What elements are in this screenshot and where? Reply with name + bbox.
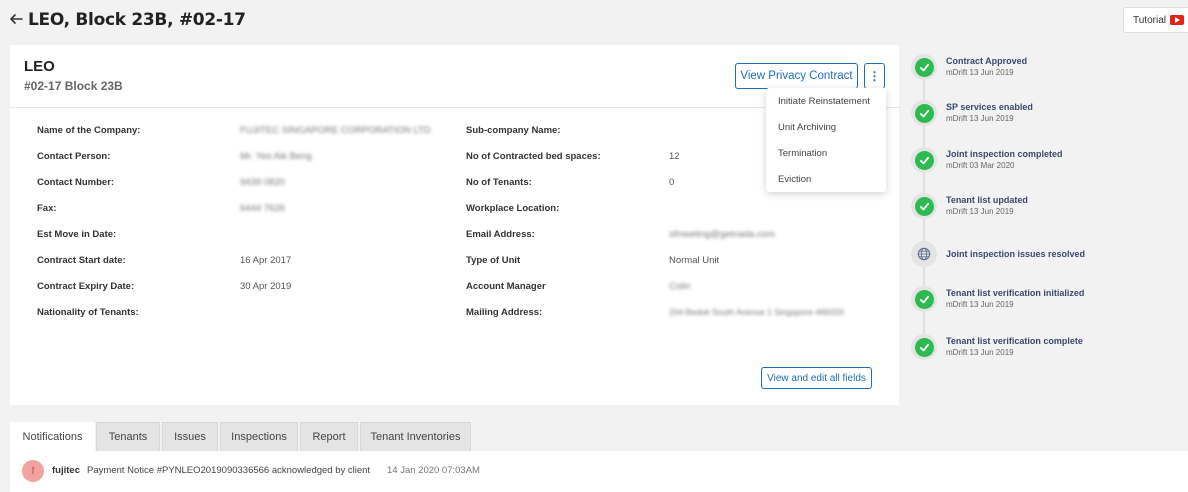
timeline-title: Joint inspection completed (946, 149, 1063, 159)
bed-spaces-label: No of Contracted bed spaces: (466, 151, 601, 162)
timeline-marker (911, 54, 937, 80)
tab-report[interactable]: Report (300, 422, 358, 451)
timeline-meta: mDrift 13 Jun 2019 (946, 207, 1014, 216)
timeline-marker (911, 147, 937, 173)
account-manager-label: Account Manager (466, 281, 546, 292)
timeline-item: SP services enabled mDrift 13 Jun 2019 (911, 100, 1181, 132)
menu-item-initiate-reinstatement[interactable]: Initiate Reinstatement (778, 96, 870, 107)
nationality-label: Nationality of Tenants: (37, 307, 139, 318)
unit-address: #02-17 Block 23B (24, 79, 123, 93)
menu-item-eviction[interactable]: Eviction (778, 174, 811, 185)
tutorial-label: Tutorial (1133, 14, 1166, 26)
mailing-address-label: Mailing Address: (466, 307, 543, 318)
notification-message: Payment Notice #PYNLEO2019090336566 ackn… (87, 465, 371, 476)
contract-start-value: 16 Apr 2017 (240, 255, 292, 266)
company-name-value: FUJITEC SINGAPORE CORPORATION LTD (240, 125, 431, 136)
tab-issues[interactable]: Issues (162, 422, 218, 451)
timeline-item: Tenant list verification complete mDrift… (911, 334, 1181, 366)
unit-name: LEO (24, 58, 55, 75)
tenants-count-label: No of Tenants: (466, 177, 532, 188)
check-icon (914, 337, 934, 357)
contact-number-value: 9439 0820 (240, 177, 285, 188)
timeline-marker (911, 241, 937, 267)
sub-company-label: Sub-company Name: (466, 125, 561, 136)
tutorial-button[interactable]: Tutorial (1123, 7, 1188, 33)
timeline-title: Contract Approved (946, 56, 1028, 66)
timeline-title: Tenant list updated (946, 195, 1028, 205)
contact-person-value: Mr. Yeo Aik Beng (240, 151, 312, 162)
menu-item-unit-archiving[interactable]: Unit Archiving (778, 122, 836, 133)
back-arrow-icon[interactable] (8, 11, 24, 27)
timeline-title: Tenant list verification initialized (946, 288, 1085, 298)
timeline-item: Tenant list verification initialized mDr… (911, 286, 1181, 318)
contact-person-label: Contact Person: (37, 151, 111, 162)
avatar: f (22, 460, 44, 482)
timeline-title: Tenant list verification complete (946, 336, 1083, 346)
view-privacy-contract-button[interactable]: View Privacy Contract (735, 63, 858, 89)
unit-type-value: Normal Unit (669, 255, 720, 266)
timeline-item: Joint inspection completed mDrift 03 Mar… (911, 147, 1181, 179)
contract-start-label: Contract Start date: (37, 255, 126, 266)
check-icon (914, 289, 934, 309)
more-options-button[interactable]: ⋮ (864, 63, 885, 89)
tenants-count-value: 0 (669, 177, 675, 188)
est-move-in-label: Est Move in Date: (37, 229, 117, 240)
check-icon (914, 57, 934, 77)
timeline-title: SP services enabled (946, 102, 1033, 112)
timeline-marker (911, 334, 937, 360)
timeline-item: Contract Approved mDrift 13 Jun 2019 (911, 54, 1181, 86)
email-label: Email Address: (466, 229, 535, 240)
check-icon (914, 103, 934, 123)
account-manager-value: Colin (669, 281, 691, 292)
menu-item-termination[interactable]: Termination (778, 148, 827, 159)
email-value: sfmeeting@getnada.com (669, 229, 775, 240)
timeline-meta: mDrift 13 Jun 2019 (946, 300, 1014, 309)
check-icon (914, 150, 934, 170)
view-edit-all-fields-button[interactable]: View and edit all fields (761, 367, 872, 389)
timeline-item: Tenant list updated mDrift 13 Jun 2019 (911, 193, 1181, 225)
contract-expiry-label: Contract Expiry Date: (37, 281, 135, 292)
timeline-meta: mDrift 13 Jun 2019 (946, 68, 1014, 77)
actions-dropdown-menu: Initiate Reinstatement Unit Archiving Te… (766, 88, 886, 192)
mailing-address-value: 204 Bedok South Avenue 1 Singapore 46933… (669, 307, 844, 317)
timeline-meta: mDrift 13 Jun 2019 (946, 114, 1014, 123)
contract-expiry-value: 30 Apr 2019 (240, 281, 292, 292)
tab-tenant-inventories[interactable]: Tenant Inventories (360, 422, 471, 451)
check-icon (914, 196, 934, 216)
timeline-meta: mDrift 13 Jun 2019 (946, 348, 1014, 357)
tab-inspections[interactable]: Inspections (220, 422, 298, 451)
timeline-marker (911, 100, 937, 126)
unit-details-card: LEO #02-17 Block 23B View Privacy Contra… (10, 45, 899, 405)
globe-icon (917, 247, 931, 261)
contact-number-label: Contact Number: (37, 177, 115, 188)
notification-user: fujitec (52, 465, 80, 476)
fax-label: Fax: (37, 203, 57, 214)
workplace-location-label: Workplace Location: (466, 203, 560, 214)
bed-spaces-value: 12 (669, 151, 680, 162)
timeline-meta: mDrift 03 Mar 2020 (946, 161, 1015, 170)
notification-timestamp: 14 Jan 2020 07:03AM (387, 465, 480, 476)
tab-tenants[interactable]: Tenants (96, 422, 160, 451)
company-name-label: Name of the Company: (37, 125, 141, 136)
youtube-icon (1169, 15, 1184, 25)
top-bar: LEO, Block 23B, #02-17 Tutorial (0, 0, 1188, 40)
timeline-marker (911, 286, 937, 312)
timeline-marker (911, 193, 937, 219)
page-title: LEO, Block 23B, #02-17 (28, 10, 246, 30)
unit-type-label: Type of Unit (466, 255, 521, 266)
timeline-item: Joint inspection issues resolved (911, 241, 1181, 273)
tab-notifications[interactable]: Notifications (10, 422, 95, 451)
timeline-title: Joint inspection issues resolved (946, 249, 1086, 259)
fax-value: 6444 7626 (240, 203, 285, 214)
notifications-panel: f fujitec Payment Notice #PYNLEO20190903… (10, 451, 1188, 492)
